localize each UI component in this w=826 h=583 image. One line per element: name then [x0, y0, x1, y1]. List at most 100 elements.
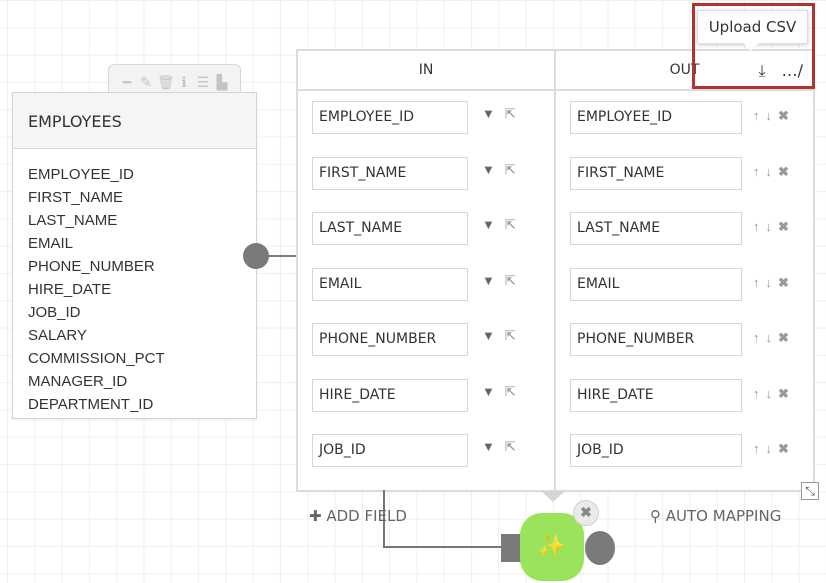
node-close-button[interactable]: ✖: [573, 500, 599, 526]
magic-wand-icon: ✨: [538, 533, 566, 558]
out-row: HIRE_DATE ↑ ↓ ✖: [556, 378, 813, 435]
in-field-input[interactable]: LAST_NAME: [312, 212, 468, 245]
upload-csv-tooltip: Upload CSV: [697, 10, 808, 51]
move-down-icon[interactable]: ↓: [766, 164, 773, 180]
field-mapping-panel: IN EMPLOYEE_ID ▼ ⇱ FIRST_NAME ▼ ⇱ LAST_NAME ▼ ⇱ E…: [296, 49, 815, 492]
entity-field[interactable]: MANAGER_ID: [28, 370, 256, 393]
out-field-input[interactable]: EMAIL: [570, 267, 742, 301]
auto-mapping-button[interactable]: ⚲ AUTO MAPPING: [650, 507, 781, 525]
entity-field[interactable]: SALARY: [28, 324, 256, 347]
entity-field[interactable]: PHONE_NUMBER: [28, 255, 256, 278]
dropdown-icon[interactable]: ▼: [482, 106, 495, 122]
info-icon[interactable]: ℹ: [176, 75, 192, 89]
entity-field[interactable]: DEPARTMENT_ID: [28, 393, 256, 416]
external-link-icon[interactable]: ⇱: [505, 162, 516, 178]
database-icon[interactable]: ☰: [195, 75, 211, 89]
out-row: PHONE_NUMBER ↑ ↓ ✖: [556, 323, 813, 379]
out-row-actions: ↑ ↓ ✖: [753, 441, 789, 457]
in-row: FIRST_NAME ▼ ⇱: [298, 156, 554, 213]
in-row-actions: ▼ ⇱: [482, 384, 516, 400]
move-down-icon[interactable]: ↓: [766, 441, 773, 457]
move-up-icon[interactable]: ↑: [753, 164, 760, 180]
move-up-icon[interactable]: ↑: [753, 108, 760, 124]
move-up-icon[interactable]: ↑: [753, 441, 760, 457]
entity-field[interactable]: LAST_NAME: [28, 209, 256, 232]
external-link-icon[interactable]: ⇱: [505, 439, 516, 455]
remove-icon[interactable]: ✖: [778, 108, 789, 124]
out-field-input[interactable]: EMPLOYEE_ID: [570, 101, 742, 134]
in-row: EMPLOYEE_ID ▼ ⇱: [298, 101, 554, 157]
employees-entity[interactable]: EMPLOYEES EMPLOYEE_ID FIRST_NAME LAST_NAME…: [12, 92, 257, 419]
out-row-actions: ↑ ↓ ✖: [753, 164, 789, 180]
dropdown-icon[interactable]: ▼: [482, 273, 495, 289]
in-row: PHONE_NUMBER ▼ ⇱: [298, 323, 554, 379]
move-down-icon[interactable]: ↓: [766, 330, 773, 346]
out-field-input[interactable]: JOB_ID: [570, 434, 742, 467]
move-down-icon[interactable]: ↓: [766, 386, 773, 402]
remove-icon[interactable]: ✖: [778, 275, 789, 291]
entity-toolbar: ━ ✎ 🗑 ℹ ☰ ▙: [108, 64, 241, 94]
dropdown-icon[interactable]: ▼: [482, 439, 495, 455]
plus-icon: ✚: [309, 507, 322, 525]
in-row: LAST_NAME ▼ ⇱: [298, 212, 554, 268]
entity-field[interactable]: HIRE_DATE: [28, 278, 256, 301]
out-field-input[interactable]: LAST_NAME: [570, 212, 742, 245]
entity-field[interactable]: EMAIL: [28, 232, 256, 255]
move-up-icon[interactable]: ↑: [753, 219, 760, 235]
move-up-icon[interactable]: ↑: [753, 386, 760, 402]
out-row: LAST_NAME ↑ ↓ ✖: [556, 212, 813, 268]
node-output-port[interactable]: [585, 531, 615, 565]
in-row: JOB_ID ▼ ⇱: [298, 434, 554, 490]
in-field-input[interactable]: EMPLOYEE_ID: [312, 101, 468, 134]
remove-icon[interactable]: ✖: [778, 386, 789, 402]
in-field-input[interactable]: JOB_ID: [312, 434, 468, 467]
transform-node[interactable]: ✨: [520, 513, 584, 581]
in-row-actions: ▼ ⇱: [482, 217, 516, 233]
in-field-input[interactable]: HIRE_DATE: [312, 378, 468, 412]
document-icon[interactable]: ▙: [214, 75, 230, 89]
remove-icon[interactable]: ✖: [778, 441, 789, 457]
entity-field[interactable]: FIRST_NAME: [28, 186, 256, 209]
external-link-icon[interactable]: ⇱: [505, 217, 516, 233]
move-up-icon[interactable]: ↑: [753, 275, 760, 291]
move-down-icon[interactable]: ↓: [766, 219, 773, 235]
external-link-icon[interactable]: ⇱: [505, 384, 516, 400]
entity-field[interactable]: COMMISSION_PCT: [28, 347, 256, 370]
trash-icon[interactable]: 🗑: [157, 75, 175, 89]
dropdown-icon[interactable]: ▼: [482, 384, 495, 400]
remove-icon[interactable]: ✖: [778, 219, 789, 235]
out-field-input[interactable]: HIRE_DATE: [570, 378, 742, 412]
entity-field-list: EMPLOYEE_ID FIRST_NAME LAST_NAME EMAIL PHONE…: [13, 149, 256, 416]
dropdown-icon[interactable]: ▼: [482, 328, 495, 344]
minus-icon[interactable]: ━: [119, 75, 135, 89]
dropdown-icon[interactable]: ▼: [482, 162, 495, 178]
move-up-icon[interactable]: ↑: [753, 330, 760, 346]
in-row-actions: ▼ ⇱: [482, 328, 516, 344]
in-field-input[interactable]: PHONE_NUMBER: [312, 323, 468, 356]
move-down-icon[interactable]: ↓: [766, 108, 773, 124]
resize-icon[interactable]: ⤡: [801, 482, 819, 500]
move-down-icon[interactable]: ↓: [766, 275, 773, 291]
out-row-actions: ↑ ↓ ✖: [753, 219, 789, 235]
external-link-icon[interactable]: ⇱: [505, 106, 516, 122]
add-field-button[interactable]: ✚ ADD FIELD: [309, 507, 407, 525]
dropdown-icon[interactable]: ▼: [482, 217, 495, 233]
external-link-icon[interactable]: ⇱: [505, 273, 516, 289]
in-field-input[interactable]: EMAIL: [312, 267, 468, 301]
wire-horizontal: [383, 546, 513, 548]
in-field-input[interactable]: [312, 489, 468, 490]
in-field-input[interactable]: FIRST_NAME: [312, 156, 468, 190]
pencil-icon[interactable]: ✎: [138, 75, 154, 89]
out-field-input[interactable]: FIRST_NAME: [570, 156, 742, 190]
remove-icon[interactable]: ✖: [778, 330, 789, 346]
entity-field[interactable]: EMPLOYEE_ID: [28, 163, 256, 186]
out-row-actions: ↑ ↓ ✖: [753, 275, 789, 291]
external-link-icon[interactable]: ⇱: [505, 328, 516, 344]
out-field-input[interactable]: [570, 489, 742, 490]
connector-line: [266, 255, 298, 257]
remove-icon[interactable]: ✖: [778, 164, 789, 180]
out-row: EMAIL ↑ ↓ ✖: [556, 267, 813, 324]
in-rows: EMPLOYEE_ID ▼ ⇱ FIRST_NAME ▼ ⇱ LAST_NAME ▼ ⇱ EMAI…: [298, 101, 554, 490]
entity-field[interactable]: JOB_ID: [28, 301, 256, 324]
out-field-input[interactable]: PHONE_NUMBER: [570, 323, 742, 356]
